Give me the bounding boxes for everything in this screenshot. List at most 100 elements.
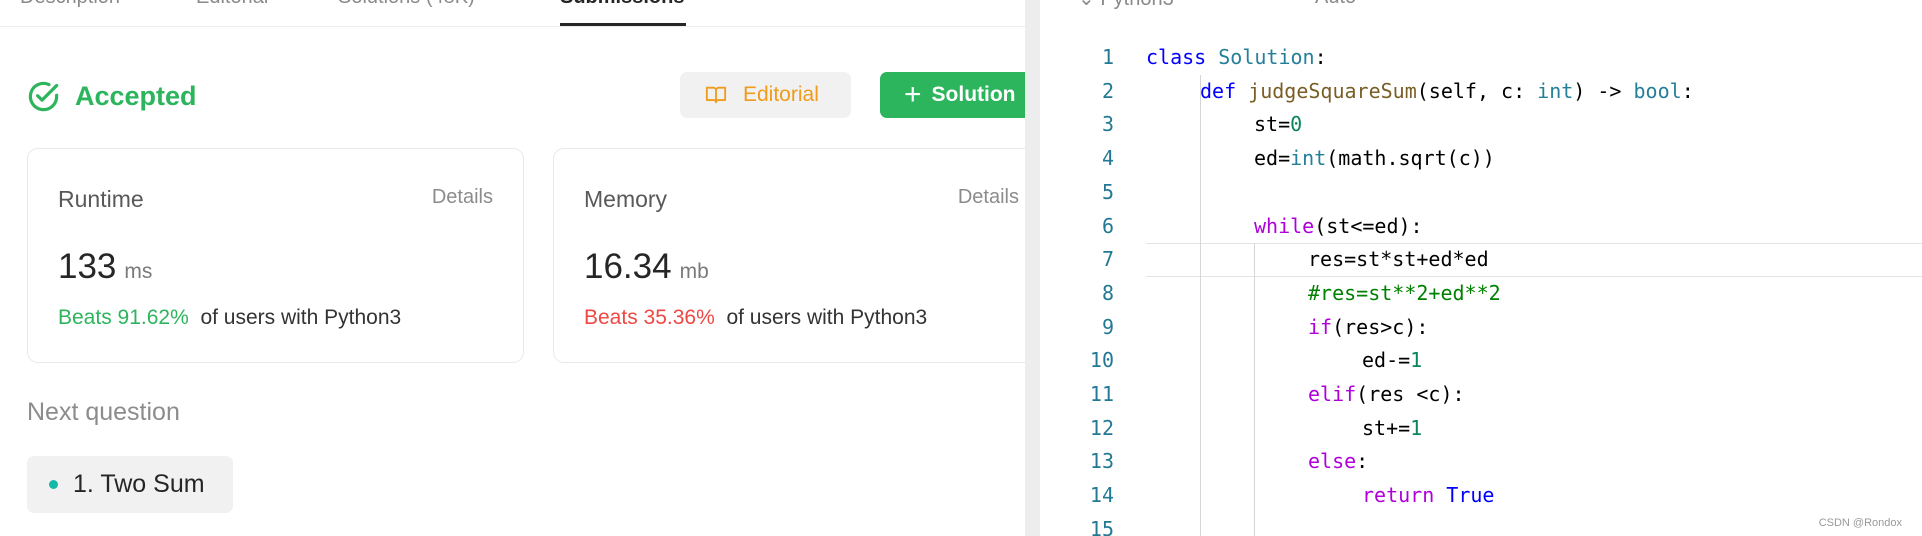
code-line[interactable]: 4 ed=int(math.sqrt(c)) (1040, 142, 1922, 176)
runtime-beats-percent: Beats 91.62% (58, 306, 189, 329)
code-text: st+=1 (1362, 416, 1422, 440)
code-token: 0 (1290, 112, 1303, 137)
line-number: 1 (1101, 45, 1114, 69)
runtime-details-link[interactable]: Details (432, 186, 493, 209)
line-number: 8 (1101, 280, 1114, 305)
code-token: ) -> (1573, 78, 1634, 103)
memory-beats: Beats 35.36% of users with Python3 (584, 306, 927, 330)
tab-bar: Description Editorial Solutions (48K) Su… (0, 0, 1025, 27)
code-token: #res=st**2+ed**2 (1308, 280, 1501, 305)
code-token: ed= (1254, 146, 1291, 171)
code-line[interactable]: 5 (1040, 176, 1922, 210)
memory-card[interactable]: Memory Details 16.34 mb Beats 35.36% of u… (553, 148, 1025, 363)
code-token: (res>c): (1332, 314, 1429, 339)
check-circle-icon (28, 81, 59, 111)
line-number: 13 (1089, 449, 1114, 474)
line-number: 4 (1101, 146, 1114, 171)
code-line[interactable]: 9 if(res>c): (1040, 311, 1922, 345)
line-number: 5 (1101, 179, 1114, 204)
post-solution-button[interactable]: + Solution (880, 72, 1025, 118)
code-token: int (1290, 146, 1327, 171)
memory-title: Memory (584, 186, 668, 212)
memory-beats-suffix: of users with Python3 (726, 306, 928, 329)
memory-details-link[interactable]: Details (958, 186, 1019, 209)
code-token: int (1537, 78, 1574, 103)
code-text: def judgeSquareSum(self, c: int) -> bool… (1200, 79, 1694, 103)
code-token: 1 (1410, 348, 1423, 373)
code-text: #res=st**2+ed**2 (1308, 281, 1501, 305)
code-text: st=0 (1254, 112, 1302, 136)
book-icon (705, 86, 727, 104)
line-number: 3 (1101, 112, 1114, 137)
runtime-title: Runtime (58, 186, 144, 212)
tab-editorial[interactable]: Editorial (196, 0, 268, 9)
editorial-button-label: Editorial (743, 83, 819, 106)
code-token: while (1254, 213, 1315, 238)
runtime-unit: ms (124, 260, 153, 283)
code-line[interactable]: 15 (1040, 513, 1922, 536)
watermark: CSDN @Rondox (1818, 517, 1902, 529)
code-text: while(st<=ed): (1254, 214, 1423, 238)
next-question-item[interactable]: 1. Two Sum (27, 456, 233, 513)
memory-number: 16.34 (584, 247, 672, 286)
code-token: st= (1254, 112, 1291, 137)
runtime-card[interactable]: Runtime Details 133 ms Beats 91.62% of us… (27, 148, 524, 363)
memory-beats-percent: Beats 35.36% (584, 306, 715, 329)
code-token: (res <c): (1356, 382, 1465, 406)
code-text: return True (1362, 483, 1494, 507)
code-token: Solution (1218, 45, 1315, 69)
code-line[interactable]: 8 #res=st**2+ed**2 (1040, 277, 1922, 311)
code-token: res=st*st+ed*ed (1308, 247, 1489, 272)
code-line[interactable]: 12 st+=1 (1040, 412, 1922, 446)
code-text: ed-=1 (1362, 348, 1422, 372)
code-token: (math.sqrt(c)) (1326, 146, 1495, 171)
code-token: return (1362, 483, 1435, 508)
code-line[interactable]: 6 while(st<=ed): (1040, 210, 1922, 244)
code-token: judgeSquareSum (1248, 78, 1417, 103)
active-tab-indicator (560, 23, 686, 26)
code-text: res=st*st+ed*ed (1308, 247, 1489, 271)
code-line[interactable]: 3 st=0 (1040, 108, 1922, 142)
solution-button-label: Solution (931, 83, 1016, 106)
code-token: : (1356, 449, 1369, 474)
code-token: : (1314, 45, 1327, 69)
code-token: else (1308, 449, 1357, 474)
code-line[interactable]: 1 class Solution: (1040, 41, 1922, 75)
panel-resize-handle[interactable] (1025, 0, 1040, 536)
tab-description[interactable]: Description (20, 0, 120, 9)
tab-submissions[interactable]: Submissions (560, 0, 684, 9)
code-line[interactable]: 13 else: (1040, 445, 1922, 479)
editor-mode-label[interactable]: Auto (1315, 0, 1356, 9)
editorial-button[interactable]: Editorial (680, 72, 851, 118)
tab-solutions[interactable]: Solutions (48K) (338, 0, 475, 9)
code-token: if (1308, 314, 1333, 339)
code-token: elif (1308, 382, 1357, 406)
code-token: st+= (1362, 415, 1411, 440)
code-token: bool (1633, 78, 1682, 103)
code-line[interactable]: 2 def judgeSquareSum(self, c: int) -> boo… (1040, 75, 1922, 109)
submission-panel: Description Editorial Solutions (48K) Su… (0, 0, 1025, 536)
code-token: (st<=ed): (1314, 213, 1423, 238)
code-line[interactable]: 10 ed-=1 (1040, 344, 1922, 378)
code-text: elif(res <c): (1308, 382, 1465, 406)
code-line[interactable]: 11 elif(res <c): (1040, 378, 1922, 412)
next-question-title: 1. Two Sum (73, 470, 205, 498)
code-line[interactable]: 7 res=st*st+ed*ed (1040, 243, 1922, 277)
code-line[interactable]: 14 return True (1040, 479, 1922, 513)
submission-status: Accepted (26, 76, 197, 116)
next-question-heading: Next question (27, 398, 180, 426)
memory-unit: mb (679, 260, 709, 283)
code-token: class (1146, 45, 1207, 69)
code-editor[interactable]: ⌄ Python3 Auto 1 class Solution: 2 def judg… (1040, 0, 1922, 536)
code-text: if(res>c): (1308, 315, 1428, 339)
plus-icon: + (904, 78, 922, 111)
line-number: 9 (1101, 314, 1114, 339)
language-selector[interactable]: ⌄ Python3 (1078, 0, 1174, 11)
code-token: : (1681, 78, 1694, 103)
memory-value: 16.34 mb (584, 247, 709, 287)
code-token: 1 (1410, 415, 1423, 440)
line-number: 12 (1089, 415, 1114, 440)
